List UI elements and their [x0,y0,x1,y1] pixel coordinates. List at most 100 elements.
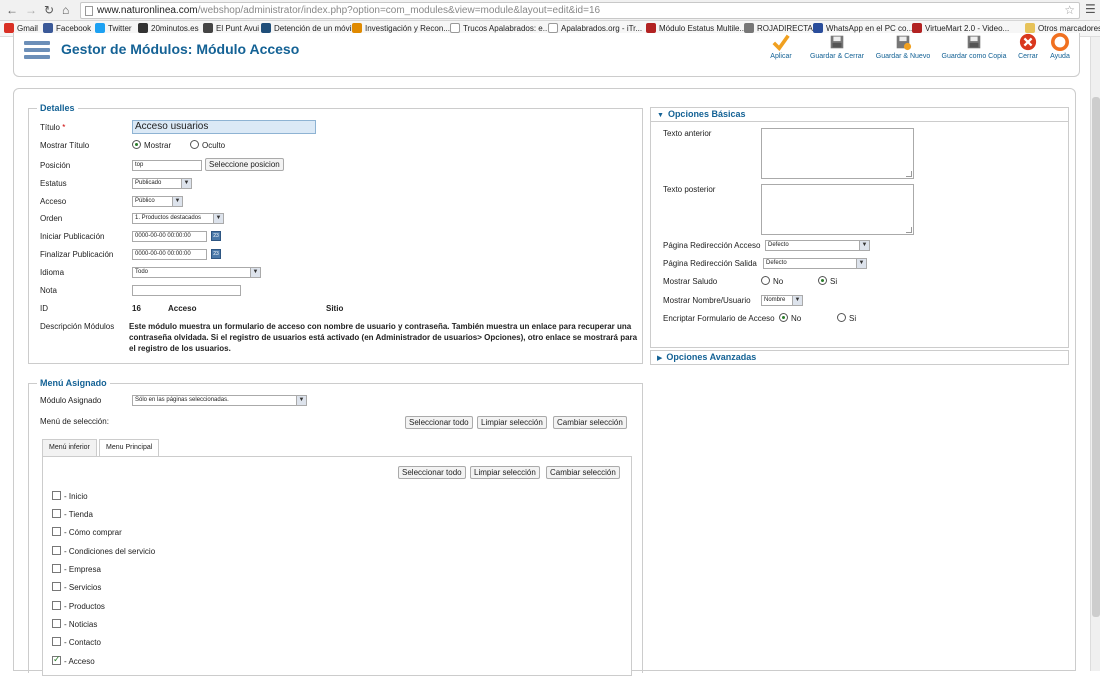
chevron-down-icon: ▼ [172,197,182,206]
page-scrollbar[interactable] [1090,37,1100,671]
greeting-no-radio[interactable] [761,276,770,285]
url-input[interactable]: www.naturonlinea.com/webshop/administrat… [80,2,1080,19]
menu-item-checkbox[interactable] [52,546,61,555]
scrollbar-thumb[interactable] [1092,97,1100,617]
order-select[interactable]: 1. Productos destacados ▼ [132,213,224,224]
encrypt-no-radio[interactable] [779,313,788,322]
menu-item-checkbox[interactable] [52,637,61,646]
show-title-radio[interactable] [132,140,141,149]
deteccion-icon [261,23,271,33]
greeting-yes-radio[interactable] [818,276,827,285]
position-input[interactable]: top [132,160,202,171]
list-item: - Noticias [64,620,98,629]
calendar-icon[interactable]: 23 [211,249,221,259]
save-close-button[interactable]: Guardar & Cerrar [807,33,867,60]
logout-redirect-select[interactable]: Defecto ▼ [763,258,867,269]
url-path: /webshop/administrator/index.php?option=… [197,5,601,16]
el-punt-avui-icon [203,23,213,33]
details-legend: Detalles [37,103,78,113]
basic-options-toggle[interactable]: ▼ Opciones Básicas [650,107,1069,122]
close-button[interactable]: Cerrar [1016,33,1040,60]
reload-icon[interactable]: ↻ [44,3,54,17]
apply-button[interactable]: Aplicar [764,33,798,60]
trucos-icon [450,23,460,33]
menu-item-checkbox[interactable] [52,654,61,665]
forward-icon[interactable]: → [25,3,37,17]
status-label: Estatus [40,179,67,188]
gmail-icon [4,23,14,33]
20minutos-icon [138,23,148,33]
title-label: Título * [40,123,66,132]
finish-publishing-input[interactable]: 0000-00-00 00:00:00 [132,249,207,260]
menu-item-checkbox[interactable] [52,491,61,500]
select-position-button[interactable]: Seleccione posicion [205,158,284,171]
tab-clear-selection-button[interactable]: Limpiar selección [470,466,540,479]
show-name-label: Mostrar Nombre/Usuario [663,296,751,305]
module-assignment-select[interactable]: Sólo en las páginas seleccionadas. ▼ [132,395,307,406]
basic-options-panel: Texto anterior Texto posterior Página Re… [650,122,1069,348]
facebook-icon [43,23,53,33]
posttext-textarea[interactable] [761,184,914,235]
menu-item-checkbox[interactable] [52,527,61,536]
calendar-icon[interactable]: 23 [211,231,221,241]
list-item: - Contacto [64,638,101,647]
module-assignment-label: Módulo Asignado [40,396,102,405]
menu-item-checkbox[interactable] [52,564,61,573]
menu-item-checkbox[interactable] [52,619,61,628]
start-publishing-input[interactable]: 0000-00-00 00:00:00 [132,231,207,242]
whatsapp-icon [813,23,823,33]
tab-toggle-selection-button[interactable]: Cambiar selección [546,466,620,479]
star-icon[interactable]: ☆ [1064,3,1075,17]
id-value: 16 [132,304,141,313]
toggle-selection-button[interactable]: Cambiar selección [553,416,627,429]
chevron-down-icon: ▼ [792,296,802,305]
chevron-down-icon: ▼ [296,396,306,405]
list-item: - Tienda [64,510,93,519]
pretext-textarea[interactable] [761,128,914,179]
save-copy-button[interactable]: Guardar como Copia [940,33,1008,60]
language-select[interactable]: Todo ▼ [132,267,261,278]
clear-selection-button[interactable]: Limpiar selección [477,416,547,429]
access-select[interactable]: Público ▼ [132,196,183,207]
chevron-down-icon: ▼ [181,179,191,188]
id-label: ID [40,304,48,313]
close-icon [1019,33,1037,51]
save-new-button[interactable]: Guardar & Nuevo [873,33,933,60]
back-icon[interactable]: ← [6,3,18,17]
title-input[interactable]: Acceso usuarios [132,120,316,134]
save-copy-icon [967,35,981,49]
note-label: Nota [40,286,57,295]
posttext-label: Texto posterior [663,185,716,194]
help-button[interactable]: Ayuda [1048,33,1072,60]
greeting-no-option: No [773,277,784,286]
browser-menu-icon[interactable]: ☰ [1085,2,1096,16]
note-input[interactable] [132,285,241,296]
tab-menu-principal[interactable]: Menu Principal [99,439,160,457]
investigacion-icon [352,23,362,33]
tab-menu-inferior[interactable]: Menú inferior [42,439,97,456]
select-all-button[interactable]: Seleccionar todo [405,416,473,429]
menu-selection-label: Menú de selección: [40,417,109,426]
show-name-select[interactable]: Nombre ▼ [761,295,803,306]
id-client: Sitio [326,304,344,313]
encrypt-yes-radio[interactable] [837,313,846,322]
admin-header: Gestor de Módulos: Módulo Acceso Aplicar… [0,33,1100,77]
finish-publishing-label: Finalizar Publicación [40,250,114,259]
login-redirect-select[interactable]: Defecto ▼ [765,240,870,251]
status-select[interactable]: Publicado ▼ [132,178,192,189]
menu-item-checkbox[interactable] [52,582,61,591]
page-icon [85,6,93,16]
menu-item-checkbox[interactable] [52,509,61,518]
details-panel: Detalles Título * Acceso usuarios Mostra… [28,103,643,364]
hide-title-radio[interactable] [190,140,199,149]
home-icon[interactable]: ⌂ [62,3,69,17]
pretext-label: Texto anterior [663,129,712,138]
save-new-icon [896,35,912,51]
tab-select-all-button[interactable]: Seleccionar todo [398,466,466,479]
hide-title-option: Oculto [202,141,226,150]
start-publishing-label: Iniciar Publicación [40,232,105,241]
advanced-options-toggle[interactable]: ▶ Opciones Avanzadas [650,350,1069,365]
save-icon [830,35,844,49]
menu-item-checkbox[interactable] [52,601,61,610]
browser-address-bar: ← → ↻ ⌂ www.naturonlinea.com/webshop/adm… [0,0,1100,21]
